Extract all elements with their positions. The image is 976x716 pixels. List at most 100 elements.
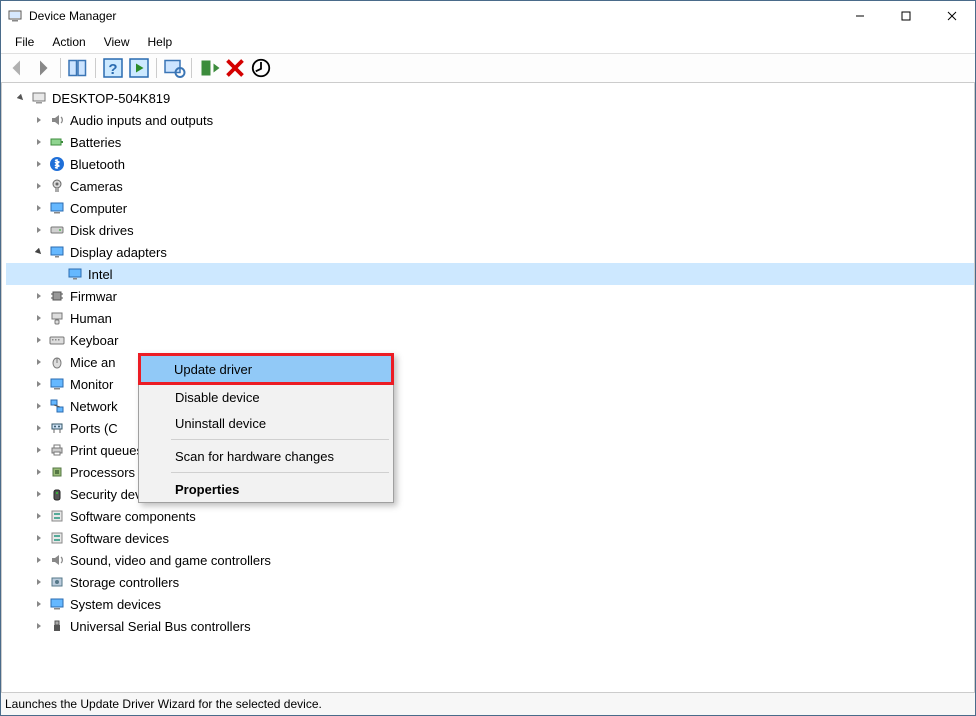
- category-cameras[interactable]: Cameras: [6, 175, 974, 197]
- device-tree[interactable]: DESKTOP-504K819 Audio inputs and outputs…: [1, 83, 975, 692]
- chip-icon: [48, 287, 66, 305]
- menu-help[interactable]: Help: [140, 33, 181, 51]
- category-softcomp[interactable]: Software components: [6, 505, 974, 527]
- context-update-driver[interactable]: Update driver: [138, 353, 394, 385]
- category-label: Batteries: [70, 135, 121, 150]
- expander-closed-icon[interactable]: [32, 421, 46, 435]
- expander-closed-icon[interactable]: [32, 355, 46, 369]
- help-button[interactable]: ?: [101, 56, 125, 80]
- category-display[interactable]: Display adapters: [6, 241, 974, 263]
- expander-closed-icon[interactable]: [32, 333, 46, 347]
- device-intel-uhd[interactable]: Intel: [6, 263, 974, 285]
- category-label: Universal Serial Bus controllers: [70, 619, 251, 634]
- expander-closed-icon[interactable]: [32, 597, 46, 611]
- expander-closed-icon[interactable]: [32, 465, 46, 479]
- category-label: Cameras: [70, 179, 123, 194]
- category-hid[interactable]: Human: [6, 307, 974, 329]
- menu-file[interactable]: File: [7, 33, 42, 51]
- expander-closed-icon[interactable]: [32, 399, 46, 413]
- expander-closed-icon[interactable]: [32, 157, 46, 171]
- category-bluetooth[interactable]: Bluetooth: [6, 153, 974, 175]
- statusbar: Launches the Update Driver Wizard for th…: [1, 692, 975, 715]
- context-item-label: Update driver: [174, 362, 252, 377]
- menu-view[interactable]: View: [96, 33, 138, 51]
- expander-closed-icon[interactable]: [32, 487, 46, 501]
- system-icon: [48, 595, 66, 613]
- toolbar-separator: [60, 58, 61, 78]
- app-icon: [7, 8, 23, 24]
- category-softdev[interactable]: Software devices: [6, 527, 974, 549]
- category-label: Ports (C: [70, 421, 118, 436]
- category-label: System devices: [70, 597, 161, 612]
- expander-closed-icon[interactable]: [32, 575, 46, 589]
- category-label: Mice an: [70, 355, 116, 370]
- close-button[interactable]: [929, 1, 975, 31]
- minimize-button[interactable]: [837, 1, 883, 31]
- battery-icon: [48, 133, 66, 151]
- action-button[interactable]: [127, 56, 151, 80]
- category-batteries[interactable]: Batteries: [6, 131, 974, 153]
- statusbar-text: Launches the Update Driver Wizard for th…: [5, 697, 322, 711]
- category-label: Processors: [70, 465, 135, 480]
- expander-closed-icon[interactable]: [32, 223, 46, 237]
- category-label: Human: [70, 311, 112, 326]
- expander-closed-icon[interactable]: [32, 531, 46, 545]
- uninstall-button[interactable]: [223, 56, 247, 80]
- context-item-label: Properties: [175, 482, 239, 497]
- scan-hardware-button[interactable]: [162, 56, 186, 80]
- bluetooth-icon: [48, 155, 66, 173]
- category-sound[interactable]: Sound, video and game controllers: [6, 549, 974, 571]
- show-hide-button[interactable]: [66, 56, 90, 80]
- back-button[interactable]: [5, 56, 29, 80]
- context-menu: Update driver Disable device Uninstall d…: [138, 353, 394, 503]
- expander-closed-icon[interactable]: [32, 179, 46, 193]
- menu-action[interactable]: Action: [44, 33, 93, 51]
- expander-open-icon[interactable]: [14, 91, 28, 105]
- category-system[interactable]: System devices: [6, 593, 974, 615]
- expander-closed-icon[interactable]: [32, 289, 46, 303]
- category-storage[interactable]: Storage controllers: [6, 571, 974, 593]
- category-label: Display adapters: [70, 245, 167, 260]
- category-label: Software devices: [70, 531, 169, 546]
- mouse-icon: [48, 353, 66, 371]
- disable-button[interactable]: [249, 56, 273, 80]
- titlebar: Device Manager: [1, 1, 975, 31]
- category-keyboards[interactable]: Keyboar: [6, 329, 974, 351]
- maximize-button[interactable]: [883, 1, 929, 31]
- category-label: Audio inputs and outputs: [70, 113, 213, 128]
- category-computer[interactable]: Computer: [6, 197, 974, 219]
- expander-closed-icon[interactable]: [32, 135, 46, 149]
- forward-button[interactable]: [31, 56, 55, 80]
- category-label: Storage controllers: [70, 575, 179, 590]
- expander-closed-icon[interactable]: [32, 311, 46, 325]
- expander-open-icon[interactable]: [32, 245, 46, 259]
- context-properties[interactable]: Properties: [139, 476, 393, 502]
- expander-closed-icon[interactable]: [32, 113, 46, 127]
- context-separator: [171, 439, 389, 440]
- context-scan-hardware[interactable]: Scan for hardware changes: [139, 443, 393, 469]
- expander-closed-icon[interactable]: [32, 443, 46, 457]
- expander-closed-icon[interactable]: [32, 509, 46, 523]
- expander-closed-icon[interactable]: [32, 377, 46, 391]
- category-audio[interactable]: Audio inputs and outputs: [6, 109, 974, 131]
- tree-root[interactable]: DESKTOP-504K819: [6, 87, 974, 109]
- context-uninstall-device[interactable]: Uninstall device: [139, 410, 393, 436]
- monitor-icon: [48, 375, 66, 393]
- category-label: Software components: [70, 509, 196, 524]
- category-usb[interactable]: Universal Serial Bus controllers: [6, 615, 974, 637]
- expander-closed-icon[interactable]: [32, 553, 46, 567]
- update-driver-button[interactable]: [197, 56, 221, 80]
- category-firmware[interactable]: Firmwar: [6, 285, 974, 307]
- category-disk[interactable]: Disk drives: [6, 219, 974, 241]
- context-disable-device[interactable]: Disable device: [139, 384, 393, 410]
- device-label: Intel: [88, 267, 113, 282]
- security-icon: [48, 485, 66, 503]
- toolbar-separator: [95, 58, 96, 78]
- expander-closed-icon[interactable]: [32, 201, 46, 215]
- display-adapter-icon: [66, 265, 84, 283]
- storage-icon: [48, 573, 66, 591]
- context-item-label: Disable device: [175, 390, 260, 405]
- ports-icon: [48, 419, 66, 437]
- expander-closed-icon[interactable]: [32, 619, 46, 633]
- toolbar-separator: [156, 58, 157, 78]
